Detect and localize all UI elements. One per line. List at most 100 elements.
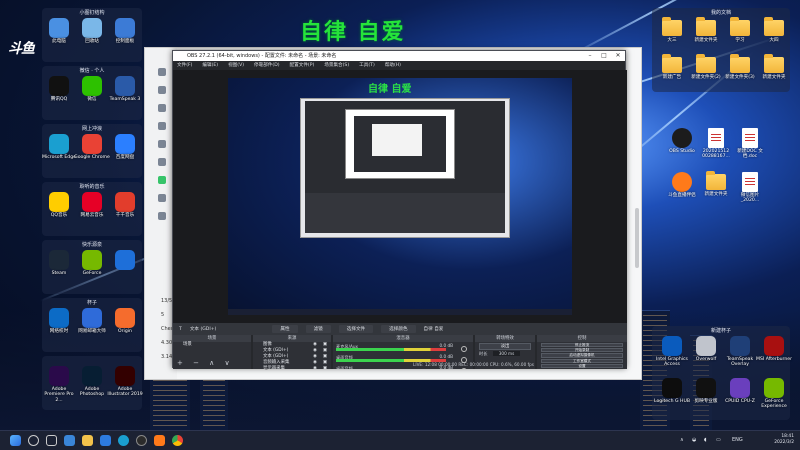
duration-field[interactable]: 300 ms — [492, 351, 521, 356]
desktop-icon[interactable]: GeForce Experience — [756, 378, 792, 410]
control-button[interactable]: 开始录制 — [541, 348, 623, 353]
control-button[interactable]: 停止推流 — [541, 343, 623, 348]
desktop-icon[interactable]: Intel Graphics Access — [654, 336, 690, 368]
desktop-icon[interactable]: 剪映专业版 — [688, 378, 724, 404]
desktop-file[interactable]: 新建DOC 文档.doc — [732, 128, 768, 160]
desktop-icon[interactable]: Steam — [41, 250, 77, 276]
sidebar-icon[interactable] — [158, 122, 166, 130]
desktop-icon[interactable]: TeamSpeak Overlay — [722, 336, 758, 368]
scene-controls[interactable]: + − ∧ ∨ — [177, 359, 234, 367]
menu-item[interactable]: 配置文件(P) — [290, 61, 315, 70]
desktop-icon[interactable]: Adobe Premiere Pro 2... — [41, 366, 77, 403]
menu-item[interactable]: 文件(F) — [177, 61, 192, 70]
desktop-icon[interactable]: 网易云音乐 — [74, 192, 110, 218]
control-button[interactable]: 工作室模式 — [541, 358, 623, 363]
minimize-button[interactable]: – — [583, 51, 597, 61]
sidebar-icon[interactable] — [158, 86, 166, 94]
transition-select[interactable]: 淡出 — [479, 343, 531, 350]
desktop-icon[interactable]: Logitech G HUB — [654, 378, 690, 404]
settings-gear-icon[interactable] — [461, 368, 467, 369]
volume-icon[interactable]: ◖ — [704, 437, 707, 443]
desktop-icon[interactable]: 回收站 — [74, 18, 110, 44]
sidebar-icon[interactable] — [158, 158, 166, 166]
folder-item[interactable]: 新建文件夹 — [688, 17, 724, 43]
chevron-up-icon[interactable]: ∧ — [680, 437, 684, 443]
obs-preview[interactable]: 自律 自爱 — [173, 70, 627, 323]
close-button[interactable]: ✕ — [611, 51, 625, 61]
desktop-icon[interactable] — [107, 250, 143, 271]
menu-item[interactable]: 视图(V) — [228, 61, 244, 70]
folder-item[interactable]: 学习 — [722, 17, 758, 43]
desktop-icon[interactable]: 百度网盘 — [107, 134, 143, 160]
sidebar-icon[interactable] — [158, 104, 166, 112]
sidebar-icon[interactable] — [158, 212, 166, 220]
obs-taskbar-icon[interactable] — [136, 435, 147, 446]
desktop-icon[interactable]: Origin — [107, 308, 143, 334]
menu-item[interactable]: 编辑(E) — [202, 61, 218, 70]
lock-icon[interactable]: ▣ — [323, 366, 327, 369]
start-icon[interactable] — [10, 435, 21, 446]
desktop-icon[interactable]: GeForce — [74, 250, 110, 276]
desktop-file[interactable]: 202021512 00288167... — [698, 128, 734, 160]
obs-window[interactable]: OBS 27.2.1 (64-bit, windows) - 配置文件: 未命名… — [172, 50, 627, 369]
scene-item[interactable]: 场景 — [173, 342, 251, 348]
folder-item[interactable]: 新建文件夹(3) — [722, 54, 758, 80]
desktop-icon[interactable]: 控制面板 — [107, 18, 143, 44]
desktop-file[interactable]: 微信图片_2020... — [732, 172, 768, 204]
menu-item[interactable]: 场景集合(S) — [324, 61, 349, 70]
desktop-icon[interactable]: 微信 — [74, 76, 110, 102]
visibility-icon[interactable]: ◉ — [313, 366, 317, 369]
search-icon[interactable] — [28, 435, 39, 446]
properties-button[interactable]: 属性 — [272, 325, 298, 333]
select-file-button[interactable]: 选择文件 — [338, 325, 374, 333]
desktop-icon[interactable]: QQ音乐 — [41, 192, 77, 218]
file-explorer-icon[interactable] — [82, 435, 93, 446]
language-indicator[interactable]: ENG — [732, 437, 743, 443]
desktop-file[interactable]: OBS Studio — [664, 128, 700, 154]
folder-item[interactable]: 新建文件夹 — [756, 54, 792, 80]
clock[interactable]: 18:41 2022/3/2 — [774, 434, 794, 446]
desktop-icon[interactable]: 腾讯QQ — [41, 76, 77, 102]
menu-item[interactable]: 停靠部件(D) — [254, 61, 280, 70]
desktop-icon[interactable]: TeamSpeak 3 — [107, 76, 143, 102]
source-item[interactable]: 显示器采集 ◉ ▣ — [253, 366, 331, 369]
battery-icon[interactable]: ▭ — [716, 437, 721, 443]
sidebar-icon[interactable] — [158, 68, 166, 76]
obs-titlebar[interactable]: OBS 27.2.1 (64-bit, windows) - 配置文件: 未命名… — [173, 51, 625, 61]
sidebar-icon[interactable] — [158, 176, 166, 184]
desktop-icon[interactable]: Microsoft Edge — [41, 134, 77, 160]
desktop-icon[interactable]: 此电脑 — [41, 18, 77, 44]
sidebar-icon[interactable] — [158, 194, 166, 202]
control-button[interactable]: 启动虚拟摄像机 — [541, 353, 623, 358]
desktop-file[interactable]: 新建文件夹 — [698, 171, 734, 197]
desktop-icon[interactable]: Overwolf — [688, 336, 724, 362]
store-icon[interactable] — [100, 435, 111, 446]
task-view-icon[interactable] — [46, 435, 57, 446]
desktop-icon[interactable]: Adobe Illustrator 2019 — [107, 366, 143, 398]
control-button[interactable]: 设置 — [541, 363, 623, 368]
desktop-icon[interactable]: MSI Afterburner — [756, 336, 792, 362]
desktop-icon[interactable]: 千千音乐 — [107, 192, 143, 218]
desktop-icon[interactable]: Adobe Photoshop — [74, 366, 110, 398]
browser-scrollbar[interactable] — [635, 208, 639, 268]
folder-item[interactable]: 大四 — [756, 17, 792, 43]
menu-item[interactable]: 帮助(H) — [385, 61, 401, 70]
filters-button[interactable]: 滤镜 — [305, 325, 331, 333]
menu-item[interactable]: 工具(T) — [359, 61, 375, 70]
settings-gear-icon[interactable] — [461, 346, 467, 352]
desktop-icon[interactable]: CPUID CPU-Z — [722, 378, 758, 404]
select-color-button[interactable]: 选择颜色 — [381, 325, 416, 333]
chrome-taskbar-icon[interactable] — [172, 435, 183, 446]
folder-item[interactable]: 新建广告 — [654, 54, 690, 80]
desktop-file[interactable]: 斗鱼直播伴侣 — [664, 172, 700, 198]
sidebar-icon[interactable] — [158, 140, 166, 148]
desktop-icon[interactable]: Google Chrome — [74, 134, 110, 160]
folder-item[interactable]: 大三 — [654, 17, 690, 43]
desktop-icon[interactable]: 网络校时 — [41, 308, 77, 334]
widgets-icon[interactable] — [64, 435, 75, 446]
desktop-icon[interactable]: 网易邮箱大师 — [74, 308, 110, 334]
network-icon[interactable]: ◒ — [692, 437, 696, 443]
edge-taskbar-icon[interactable] — [118, 435, 129, 446]
douyu-taskbar-icon[interactable] — [154, 435, 165, 446]
volume-meter[interactable] — [336, 348, 446, 351]
